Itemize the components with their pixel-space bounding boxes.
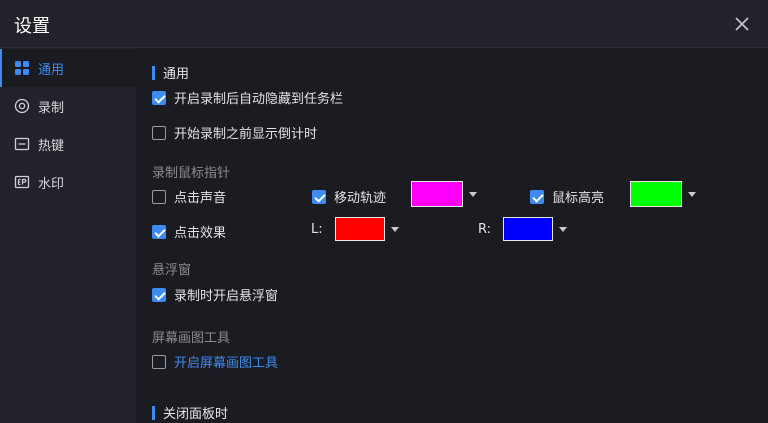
sidebar: 通用 录制 热键 水印 bbox=[0, 48, 136, 423]
floating-window-checkbox[interactable]: 录制时开启悬浮窗 bbox=[152, 285, 278, 304]
close-button[interactable] bbox=[730, 12, 754, 36]
click-effect-label: 点击效果 bbox=[174, 226, 227, 241]
color-swatch bbox=[503, 217, 553, 241]
sidebar-item-label: 通用 bbox=[38, 63, 65, 78]
group-title-floating: 悬浮窗 bbox=[152, 263, 192, 278]
checkbox-box bbox=[152, 287, 166, 302]
auto-hide-label: 开启录制后自动隐藏到任务栏 bbox=[174, 92, 344, 107]
move-track-checkbox[interactable]: 移动轨迹 bbox=[312, 187, 386, 206]
color-swatch bbox=[630, 181, 682, 207]
highlight-checkbox[interactable]: 鼠标高亮 bbox=[530, 187, 604, 206]
right-click-label: R: bbox=[478, 222, 492, 237]
auto-hide-checkbox[interactable]: 开启录制后自动隐藏到任务栏 bbox=[152, 88, 343, 107]
sidebar-item-watermark[interactable]: 水印 bbox=[0, 163, 136, 201]
checkbox-box bbox=[312, 189, 326, 204]
sidebar-item-label: 水印 bbox=[38, 177, 65, 192]
keyboard-icon bbox=[14, 137, 30, 151]
drawing-tool-label: 开启屏幕画图工具 bbox=[174, 356, 279, 371]
dropdown-caret-icon bbox=[688, 191, 696, 197]
color-swatch bbox=[335, 217, 385, 241]
click-sound-checkbox[interactable]: 点击声音 bbox=[152, 187, 226, 206]
sidebar-item-record[interactable]: 录制 bbox=[0, 87, 136, 125]
left-click-label: L: bbox=[311, 222, 323, 237]
countdown-label: 开始录制之前显示倒计时 bbox=[174, 127, 318, 142]
section-title-general: 通用 bbox=[152, 63, 189, 82]
right-click-color-picker[interactable] bbox=[503, 217, 567, 241]
sidebar-item-hotkey[interactable]: 热键 bbox=[0, 125, 136, 163]
watermark-icon bbox=[14, 175, 30, 189]
scrollbar[interactable] bbox=[754, 48, 768, 423]
checkbox-box bbox=[530, 189, 544, 204]
group-title-cursor: 录制鼠标指针 bbox=[152, 166, 231, 181]
checkbox-box bbox=[152, 125, 166, 140]
dropdown-caret-icon bbox=[469, 191, 477, 197]
drawing-tool-checkbox[interactable]: 开启屏幕画图工具 bbox=[152, 352, 278, 371]
close-icon bbox=[735, 17, 749, 31]
countdown-checkbox[interactable]: 开始录制之前显示倒计时 bbox=[152, 123, 317, 142]
click-effect-checkbox[interactable]: 点击效果 bbox=[152, 222, 226, 241]
settings-panel: 通用 开启录制后自动隐藏到任务栏 开始录制之前显示倒计时 录制鼠标指针 点击声音… bbox=[136, 48, 754, 423]
checkbox-box bbox=[152, 189, 166, 204]
record-icon bbox=[14, 98, 30, 114]
sidebar-item-label: 录制 bbox=[38, 101, 65, 116]
checkbox-box bbox=[152, 90, 166, 105]
move-track-color-picker[interactable] bbox=[411, 181, 477, 207]
checkbox-box bbox=[152, 224, 166, 239]
move-track-label: 移动轨迹 bbox=[334, 191, 387, 206]
dropdown-caret-icon bbox=[391, 226, 399, 232]
sidebar-item-label: 热键 bbox=[38, 139, 65, 154]
active-marker bbox=[0, 49, 2, 87]
grid-icon bbox=[15, 61, 29, 75]
title-bar: 设置 bbox=[0, 0, 768, 48]
checkbox-box bbox=[152, 354, 166, 369]
floating-window-label: 录制时开启悬浮窗 bbox=[174, 289, 279, 304]
click-sound-label: 点击声音 bbox=[174, 191, 227, 206]
window-title: 设置 bbox=[14, 16, 50, 37]
section-title-close-panel: 关闭面板时 bbox=[152, 403, 228, 422]
highlight-color-picker[interactable] bbox=[630, 181, 696, 207]
left-click-color-picker[interactable] bbox=[335, 217, 399, 241]
sidebar-item-general[interactable]: 通用 bbox=[0, 49, 136, 87]
color-swatch bbox=[411, 181, 463, 207]
dropdown-caret-icon bbox=[559, 226, 567, 232]
highlight-label: 鼠标高亮 bbox=[552, 191, 605, 206]
group-title-drawing: 屏幕画图工具 bbox=[152, 331, 231, 346]
